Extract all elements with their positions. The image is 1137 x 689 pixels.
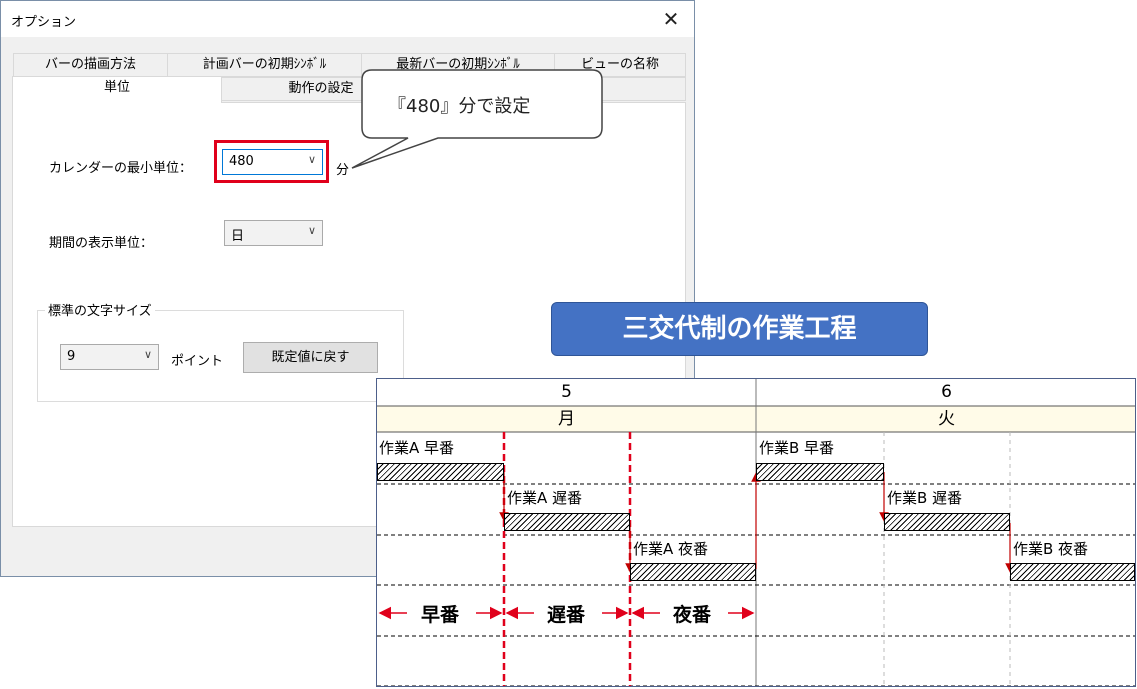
callout-bubble — [351, 69, 603, 169]
task-label-b-late: 作業B 遅番 — [887, 489, 963, 507]
font-size-unit: ポイント — [171, 354, 224, 369]
dialog-title: オプション — [11, 15, 77, 30]
gantt-title-banner: 三交代制の作業工程 — [551, 302, 928, 356]
chevron-down-icon: ∨ — [143, 348, 152, 361]
task-label-a-early: 作業A 早番 — [379, 439, 455, 457]
task-bar-b-late — [884, 513, 1010, 531]
task-label-a-late: 作業A 遅番 — [507, 489, 583, 507]
task-label-a-night: 作業A 夜番 — [633, 540, 709, 558]
callout-text: 『480』分で設定 — [388, 96, 531, 117]
task-label-b-night: 作業B 夜番 — [1013, 540, 1089, 558]
tab-bar-drawing[interactable]: バーの描画方法 — [13, 53, 168, 77]
day-date-5: 5 — [561, 382, 572, 402]
close-icon[interactable]: ✕ — [648, 1, 694, 37]
chevron-down-icon: ∨ — [307, 224, 316, 237]
shift-label-late: 遅番 — [547, 604, 586, 626]
task-bar-a-early — [377, 463, 504, 481]
font-size-select[interactable]: 9 ∨ — [60, 344, 159, 370]
task-label-b-early: 作業B 早番 — [759, 439, 835, 457]
title-bar: オプション ✕ — [1, 1, 694, 37]
font-size-group-title: 標準の文字サイズ — [45, 300, 155, 319]
calendar-unit-label: カレンダーの最小単位： — [49, 161, 193, 176]
task-bar-a-night — [630, 563, 756, 581]
tab-units[interactable]: 単位 — [12, 76, 222, 103]
shift-label-early: 早番 — [421, 604, 460, 626]
reset-default-button[interactable]: 既定値に戻す — [243, 342, 378, 373]
day-date-6: 6 — [941, 382, 952, 402]
font-size-value: 9 — [67, 349, 76, 364]
gantt-chart: 5 6 月 火 作業A 早番 作業A 遅番 作業A 夜番 作業B 早番 作業B … — [376, 378, 1136, 687]
task-bar-b-night — [1010, 563, 1135, 581]
period-unit-value: 日 — [231, 229, 245, 244]
task-bar-b-early — [756, 463, 884, 481]
calendar-unit-highlight — [214, 140, 329, 183]
period-unit-select[interactable]: 日 ∨ — [224, 220, 323, 246]
day-weekday-tue: 火 — [938, 409, 955, 429]
shift-label-night: 夜番 — [673, 604, 712, 626]
day-weekday-mon: 月 — [558, 409, 575, 429]
period-unit-label: 期間の表示単位： — [49, 236, 154, 251]
task-bar-a-late — [504, 513, 630, 531]
